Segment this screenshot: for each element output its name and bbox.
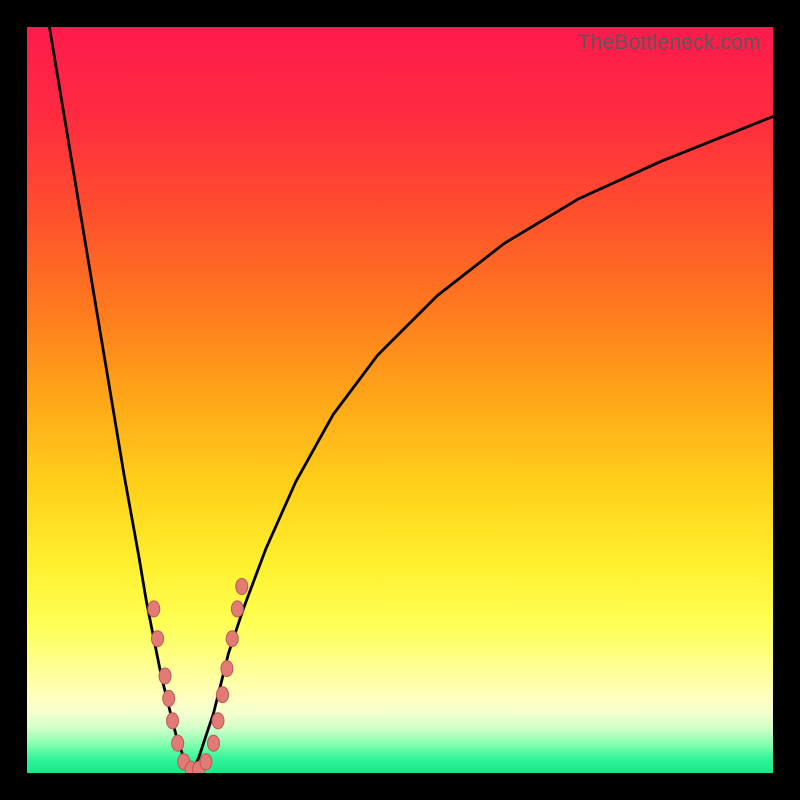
outer-frame: TheBottleneck.com xyxy=(0,0,800,800)
marker-point xyxy=(236,579,248,595)
marker-point xyxy=(148,601,160,617)
marker-point xyxy=(221,661,233,677)
marker-point xyxy=(208,735,220,751)
marker-point xyxy=(152,631,164,647)
marker-point xyxy=(159,668,171,684)
watermark-text: TheBottleneck.com xyxy=(578,31,761,55)
plot-area: TheBottleneck.com xyxy=(27,27,773,773)
marker-point xyxy=(212,713,224,729)
marker-point xyxy=(217,687,229,703)
marker-cluster xyxy=(148,579,248,774)
marker-point xyxy=(172,735,184,751)
curve-left-branch xyxy=(49,27,191,773)
marker-point xyxy=(226,631,238,647)
marker-point xyxy=(200,754,212,770)
marker-point xyxy=(231,601,243,617)
curve-right-branch xyxy=(191,117,773,774)
chart-svg xyxy=(27,27,773,773)
bottleneck-curve xyxy=(49,27,773,773)
marker-point xyxy=(163,690,175,706)
marker-point xyxy=(167,713,179,729)
